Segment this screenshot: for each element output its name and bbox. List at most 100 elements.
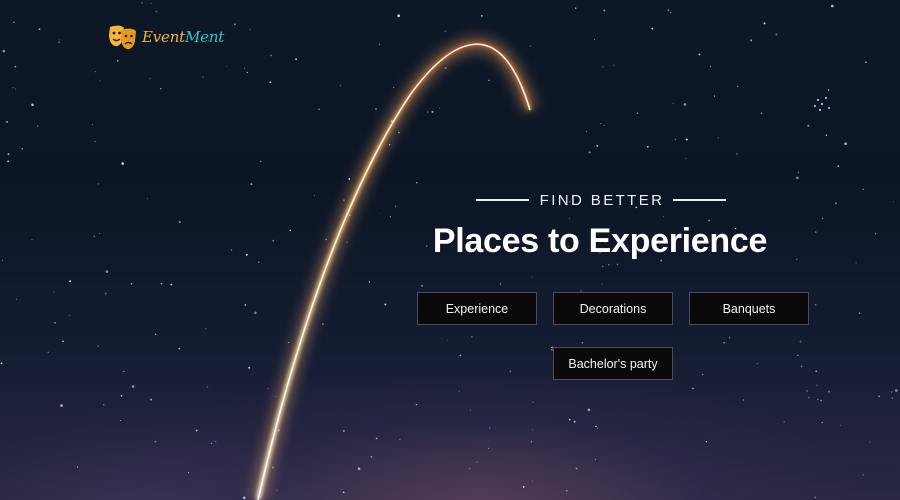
star: [58, 41, 60, 43]
brand-logo[interactable]: EventMent: [108, 22, 224, 52]
category-button-experience[interactable]: Experience: [417, 292, 537, 325]
star: [458, 390, 460, 392]
star: [322, 323, 324, 325]
star: [814, 231, 817, 233]
category-button-bachelors-party[interactable]: Bachelor's party: [553, 347, 673, 380]
star: [685, 138, 688, 141]
star: [750, 39, 753, 42]
star: [346, 241, 348, 243]
star: [250, 183, 253, 186]
eyebrow-rule-right: [673, 199, 726, 201]
star: [13, 21, 15, 24]
star: [257, 261, 260, 263]
star: [831, 4, 834, 8]
star: [827, 89, 830, 91]
star: [828, 390, 831, 393]
star: [488, 79, 490, 82]
star: [565, 489, 568, 492]
star: [815, 370, 818, 373]
hero-eyebrow: FIND BETTER: [476, 190, 726, 210]
star: [837, 165, 840, 168]
star: [270, 54, 273, 57]
star: [603, 9, 606, 12]
star: [91, 124, 93, 125]
star: [31, 239, 33, 241]
star: [204, 327, 207, 330]
star: [834, 202, 837, 205]
star: [575, 7, 577, 9]
star: [487, 447, 490, 450]
star: [242, 496, 246, 500]
star: [698, 53, 701, 56]
star: [12, 87, 14, 89]
brand-name-part1: Event: [142, 28, 185, 46]
star: [800, 365, 803, 368]
star: [807, 124, 810, 127]
star: [160, 282, 163, 285]
star: [187, 472, 189, 474]
star: [869, 441, 871, 443]
rocket-trail-glow: [250, 36, 538, 500]
star: [594, 458, 597, 461]
star: [150, 398, 153, 401]
star: [820, 399, 822, 402]
star: [15, 88, 17, 90]
star: [2, 49, 6, 53]
star: [783, 421, 785, 423]
category-button-banquets[interactable]: Banquets: [689, 292, 809, 325]
star: [646, 145, 649, 148]
star: [581, 342, 583, 344]
star: [269, 81, 272, 84]
star: [683, 103, 687, 106]
star: [178, 221, 181, 223]
star: [608, 264, 610, 266]
star: [713, 95, 716, 97]
star: [568, 418, 571, 421]
star: [131, 385, 135, 388]
star: [246, 71, 248, 74]
star: [814, 496, 817, 499]
star: [825, 134, 828, 136]
star: [272, 239, 275, 242]
star: [775, 33, 778, 36]
star: [893, 201, 895, 203]
star: [421, 285, 423, 287]
star: [685, 158, 687, 160]
star: [575, 467, 578, 470]
category-button-decorations[interactable]: Decorations: [553, 292, 673, 325]
star: [651, 27, 654, 30]
star: [692, 387, 694, 390]
star: [444, 30, 446, 33]
star: [844, 142, 847, 145]
star: [818, 108, 822, 112]
hero-title: Places to Experience: [432, 222, 768, 260]
star: [94, 141, 96, 143]
star: [1, 259, 4, 262]
star: [116, 60, 119, 62]
star: [130, 282, 133, 285]
star: [763, 22, 766, 25]
star: [729, 337, 731, 339]
star: [531, 276, 533, 278]
star: [814, 304, 817, 306]
star: [368, 281, 371, 283]
star: [797, 171, 800, 174]
star: [150, 2, 152, 5]
star: [723, 341, 726, 344]
star: [60, 404, 63, 407]
star: [532, 401, 534, 403]
star: [394, 205, 396, 207]
star: [378, 43, 381, 45]
star: [593, 39, 596, 41]
star: [709, 65, 712, 68]
star: [97, 183, 100, 185]
star: [267, 388, 269, 390]
star: [230, 249, 233, 251]
eyebrow-rule-left: [476, 199, 529, 201]
star: [488, 427, 491, 429]
star: [233, 23, 236, 26]
star: [155, 10, 158, 13]
star: [195, 429, 198, 432]
star: [469, 467, 471, 470]
star: [865, 61, 867, 64]
